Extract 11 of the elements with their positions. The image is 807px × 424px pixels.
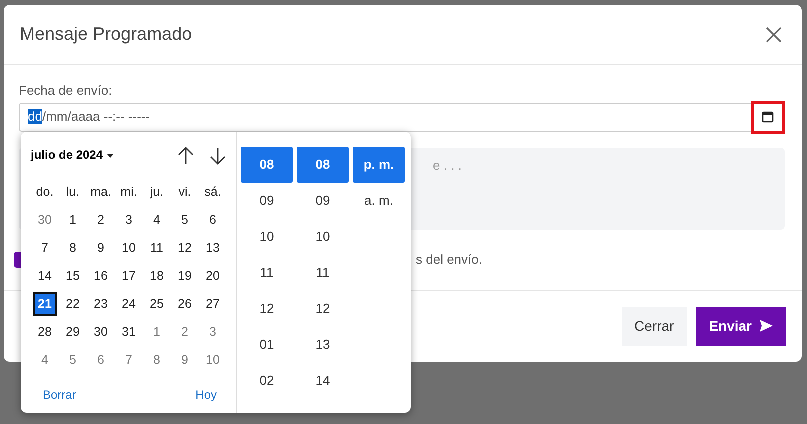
modal-title: Mensaje Programado xyxy=(20,24,192,46)
checkbox-label: s del envío. xyxy=(416,250,482,269)
weekday-label: sá. xyxy=(204,184,222,201)
weekday-label: mi. xyxy=(120,184,138,201)
weekday-label: vi. xyxy=(178,184,192,201)
weekday-label: lu. xyxy=(65,184,81,201)
date-placeholder: dd/mm/aaaa --:-- ----- xyxy=(28,108,150,126)
weekday-label: do. xyxy=(35,184,55,201)
field-label: Fecha de envío: xyxy=(19,82,114,100)
weekday-label: ma. xyxy=(90,184,112,201)
weekday-label: ju. xyxy=(149,184,165,201)
